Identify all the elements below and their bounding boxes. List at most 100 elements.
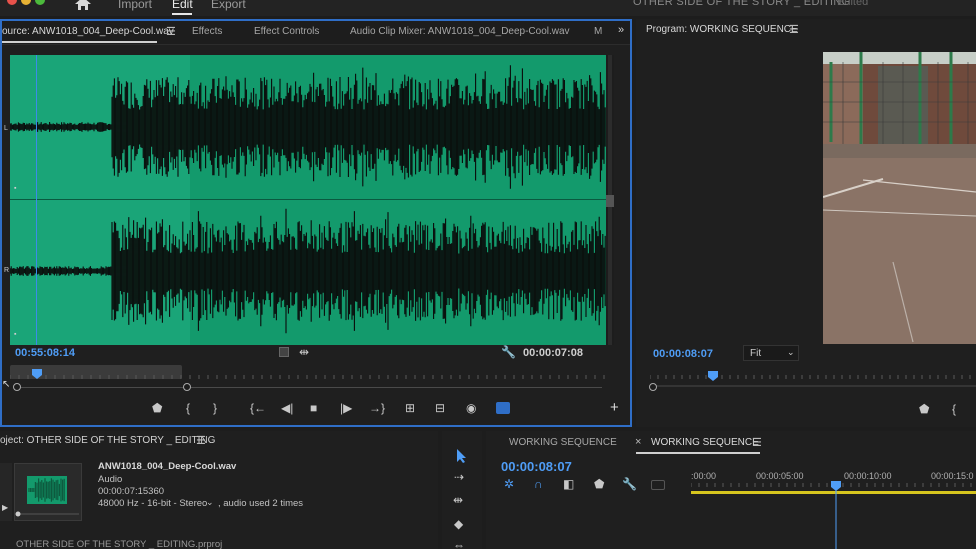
tab-source[interactable]: ource: ANW1018_004_Deep-Cool.wav xyxy=(2,26,174,37)
active-menu-indicator xyxy=(172,13,192,15)
ruler-label-3: 00:00:15:0 xyxy=(931,471,974,481)
close-tab-icon[interactable]: × xyxy=(635,436,641,448)
source-monitor-panel: ource: ANW1018_004_Deep-Cool.wav ☰ Effec… xyxy=(0,19,632,427)
waveform-left-channel xyxy=(10,65,606,189)
ruler-label-2: 00:00:10:00 xyxy=(844,471,892,481)
program-title: Program: WORKING SEQUENCE xyxy=(646,24,798,35)
timeline-time-ruler[interactable]: :00:00 00:00:05:00 00:00:10:00 00:00:15:… xyxy=(691,467,976,549)
menu-import[interactable]: Import xyxy=(118,0,152,11)
program-time-ruler[interactable] xyxy=(650,369,976,393)
timeline-timecode[interactable]: 00:00:08:07 xyxy=(501,459,572,474)
channel-l-marker: ▪ xyxy=(14,185,17,192)
program-mark-in-icon[interactable]: { xyxy=(952,403,956,415)
program-add-marker-icon[interactable]: ⬟ xyxy=(919,403,929,415)
clip-format: 48000 Hz - 16-bit - Stereo xyxy=(98,498,208,509)
panel-menu-icon[interactable]: ☰ xyxy=(166,25,176,38)
project-file-name: OTHER SIDE OF THE STORY _ EDITING.prproj xyxy=(16,539,223,549)
cursor-icon: ↖ xyxy=(2,379,11,390)
button-editor-icon[interactable] xyxy=(496,402,510,414)
tab-effects[interactable]: Effects xyxy=(192,26,222,37)
premiere-window: Import Edit Export OTHER SIDE OF THE STO… xyxy=(0,0,976,549)
settings-wrench-icon[interactable]: 🔧 xyxy=(501,346,516,358)
zoom-end-handle[interactable] xyxy=(183,383,191,391)
project-title: oject: OTHER SIDE OF THE STORY _ EDITING xyxy=(0,435,216,446)
project-panel-menu-icon[interactable]: ☰ xyxy=(196,434,206,447)
tab-audio-clip-mixer[interactable]: Audio Clip Mixer: ANW1018_004_Deep-Cool.… xyxy=(350,26,570,37)
active-tab-indicator xyxy=(2,41,157,43)
clip-name: ANW1018_004_Deep-Cool.wav xyxy=(98,461,237,472)
timeline-tab-2[interactable]: WORKING SEQUENCE xyxy=(651,437,759,448)
clip-usage: , audio used 2 times xyxy=(218,498,304,509)
ruler-label-1: 00:00:05:00 xyxy=(756,471,804,481)
tab-overflow[interactable]: M xyxy=(594,26,602,37)
mark-out-icon[interactable]: } xyxy=(213,402,217,414)
captions-icon[interactable] xyxy=(651,480,665,490)
close-window-button[interactable] xyxy=(7,0,17,5)
channel-left-label: L xyxy=(4,125,8,132)
step-back-icon[interactable]: ◀| xyxy=(281,402,293,414)
more-tabs-icon[interactable]: » xyxy=(618,24,624,36)
document-status: Edited xyxy=(837,0,869,8)
work-area-bar xyxy=(691,491,976,494)
menu-edit[interactable]: Edit xyxy=(172,0,193,11)
program-zoom-handle[interactable] xyxy=(649,383,657,391)
ripple-edit-tool-icon[interactable]: ⇹ xyxy=(453,494,463,506)
program-video-frame[interactable] xyxy=(823,52,976,344)
stop-icon[interactable]: ■ xyxy=(310,402,317,414)
menu-export[interactable]: Export xyxy=(211,0,246,11)
tools-panel: ⇢ ⇹ ◆ ⇔ xyxy=(442,431,482,549)
document-title: OTHER SIDE OF THE STORY _ EDITING xyxy=(633,0,851,8)
audio-thumbnail-icon xyxy=(15,476,79,517)
clip-thumbnail[interactable] xyxy=(14,463,82,521)
video-frame-image xyxy=(823,52,976,344)
program-monitor-panel: Program: WORKING SEQUENCE ☰ 00:00:08:07 … xyxy=(636,19,976,427)
go-to-in-icon[interactable]: {← xyxy=(250,402,266,414)
go-to-out-icon[interactable]: →} xyxy=(369,402,385,414)
razor-tool-icon[interactable]: ◆ xyxy=(454,518,463,530)
source-playhead-line xyxy=(36,55,37,345)
minimize-window-button[interactable] xyxy=(21,0,31,5)
home-icon[interactable] xyxy=(75,0,91,11)
selection-tool-icon[interactable] xyxy=(455,448,469,464)
vertical-zoom-scrollbar[interactable] xyxy=(606,55,614,345)
drag-audio-only-icon[interactable]: ⇹ xyxy=(299,346,309,358)
export-frame-camera-icon[interactable]: ◉ xyxy=(466,402,476,414)
ruler-label-0: :00:00 xyxy=(691,471,716,481)
play-thumb-icon[interactable]: ▶ xyxy=(2,503,8,512)
add-marker-icon[interactable]: ⬟ xyxy=(152,402,162,414)
workspace-bar: Import Edit Export OTHER SIDE OF THE STO… xyxy=(0,0,976,16)
waveform-graph xyxy=(10,65,606,334)
program-timecode[interactable]: 00:00:08:07 xyxy=(653,348,713,360)
zoom-start-handle[interactable] xyxy=(13,383,21,391)
linked-selection-icon[interactable]: ∩ xyxy=(534,478,543,490)
active-timeline-tab-indicator xyxy=(636,452,760,454)
step-forward-icon[interactable]: |▶ xyxy=(340,402,352,414)
marker-icon[interactable]: ⬟ xyxy=(594,478,604,490)
zoom-window-button[interactable] xyxy=(35,0,45,5)
clip-type: Audio xyxy=(98,474,123,485)
source-current-timecode[interactable]: 00:55:08:14 xyxy=(15,347,75,359)
snap-icon[interactable]: ✲ xyxy=(504,478,514,490)
add-button-icon[interactable]: + xyxy=(610,399,619,416)
timeline-settings-icon[interactable]: 🔧 xyxy=(622,478,637,490)
overwrite-icon[interactable]: ⊟ xyxy=(435,402,445,414)
add-timeline-marker-icon[interactable]: ◧ xyxy=(563,478,574,490)
format-chevron-down-icon[interactable]: ⌄ xyxy=(206,497,214,508)
drag-video-only-icon[interactable] xyxy=(279,347,289,357)
source-duration-timecode: 00:00:07:08 xyxy=(523,347,583,359)
tab-effect-controls[interactable]: Effect Controls xyxy=(254,26,319,37)
insert-icon[interactable]: ⊞ xyxy=(405,402,415,414)
mark-in-icon[interactable]: { xyxy=(186,402,190,414)
audio-waveform-display[interactable]: ▪ ▪ xyxy=(10,55,606,345)
track-select-tool-icon[interactable]: ⇢ xyxy=(454,471,464,483)
timeline-tab-1[interactable]: WORKING SEQUENCE xyxy=(509,437,617,448)
source-tab-bar: ource: ANW1018_004_Deep-Cool.wav ☰ Effec… xyxy=(2,21,630,45)
zoom-level-value: Fit xyxy=(750,348,762,359)
chevron-down-icon: ⌄ xyxy=(787,347,795,357)
timeline-panel-menu-icon[interactable]: ☰ xyxy=(752,436,762,449)
clip-duration: 00:00:07:15360 xyxy=(98,486,165,497)
zoom-level-select[interactable]: Fit ⌄ xyxy=(743,345,799,361)
program-panel-menu-icon[interactable]: ☰ xyxy=(789,23,799,36)
slip-tool-icon[interactable]: ⇔ xyxy=(453,539,465,549)
previous-thumb xyxy=(0,463,12,521)
